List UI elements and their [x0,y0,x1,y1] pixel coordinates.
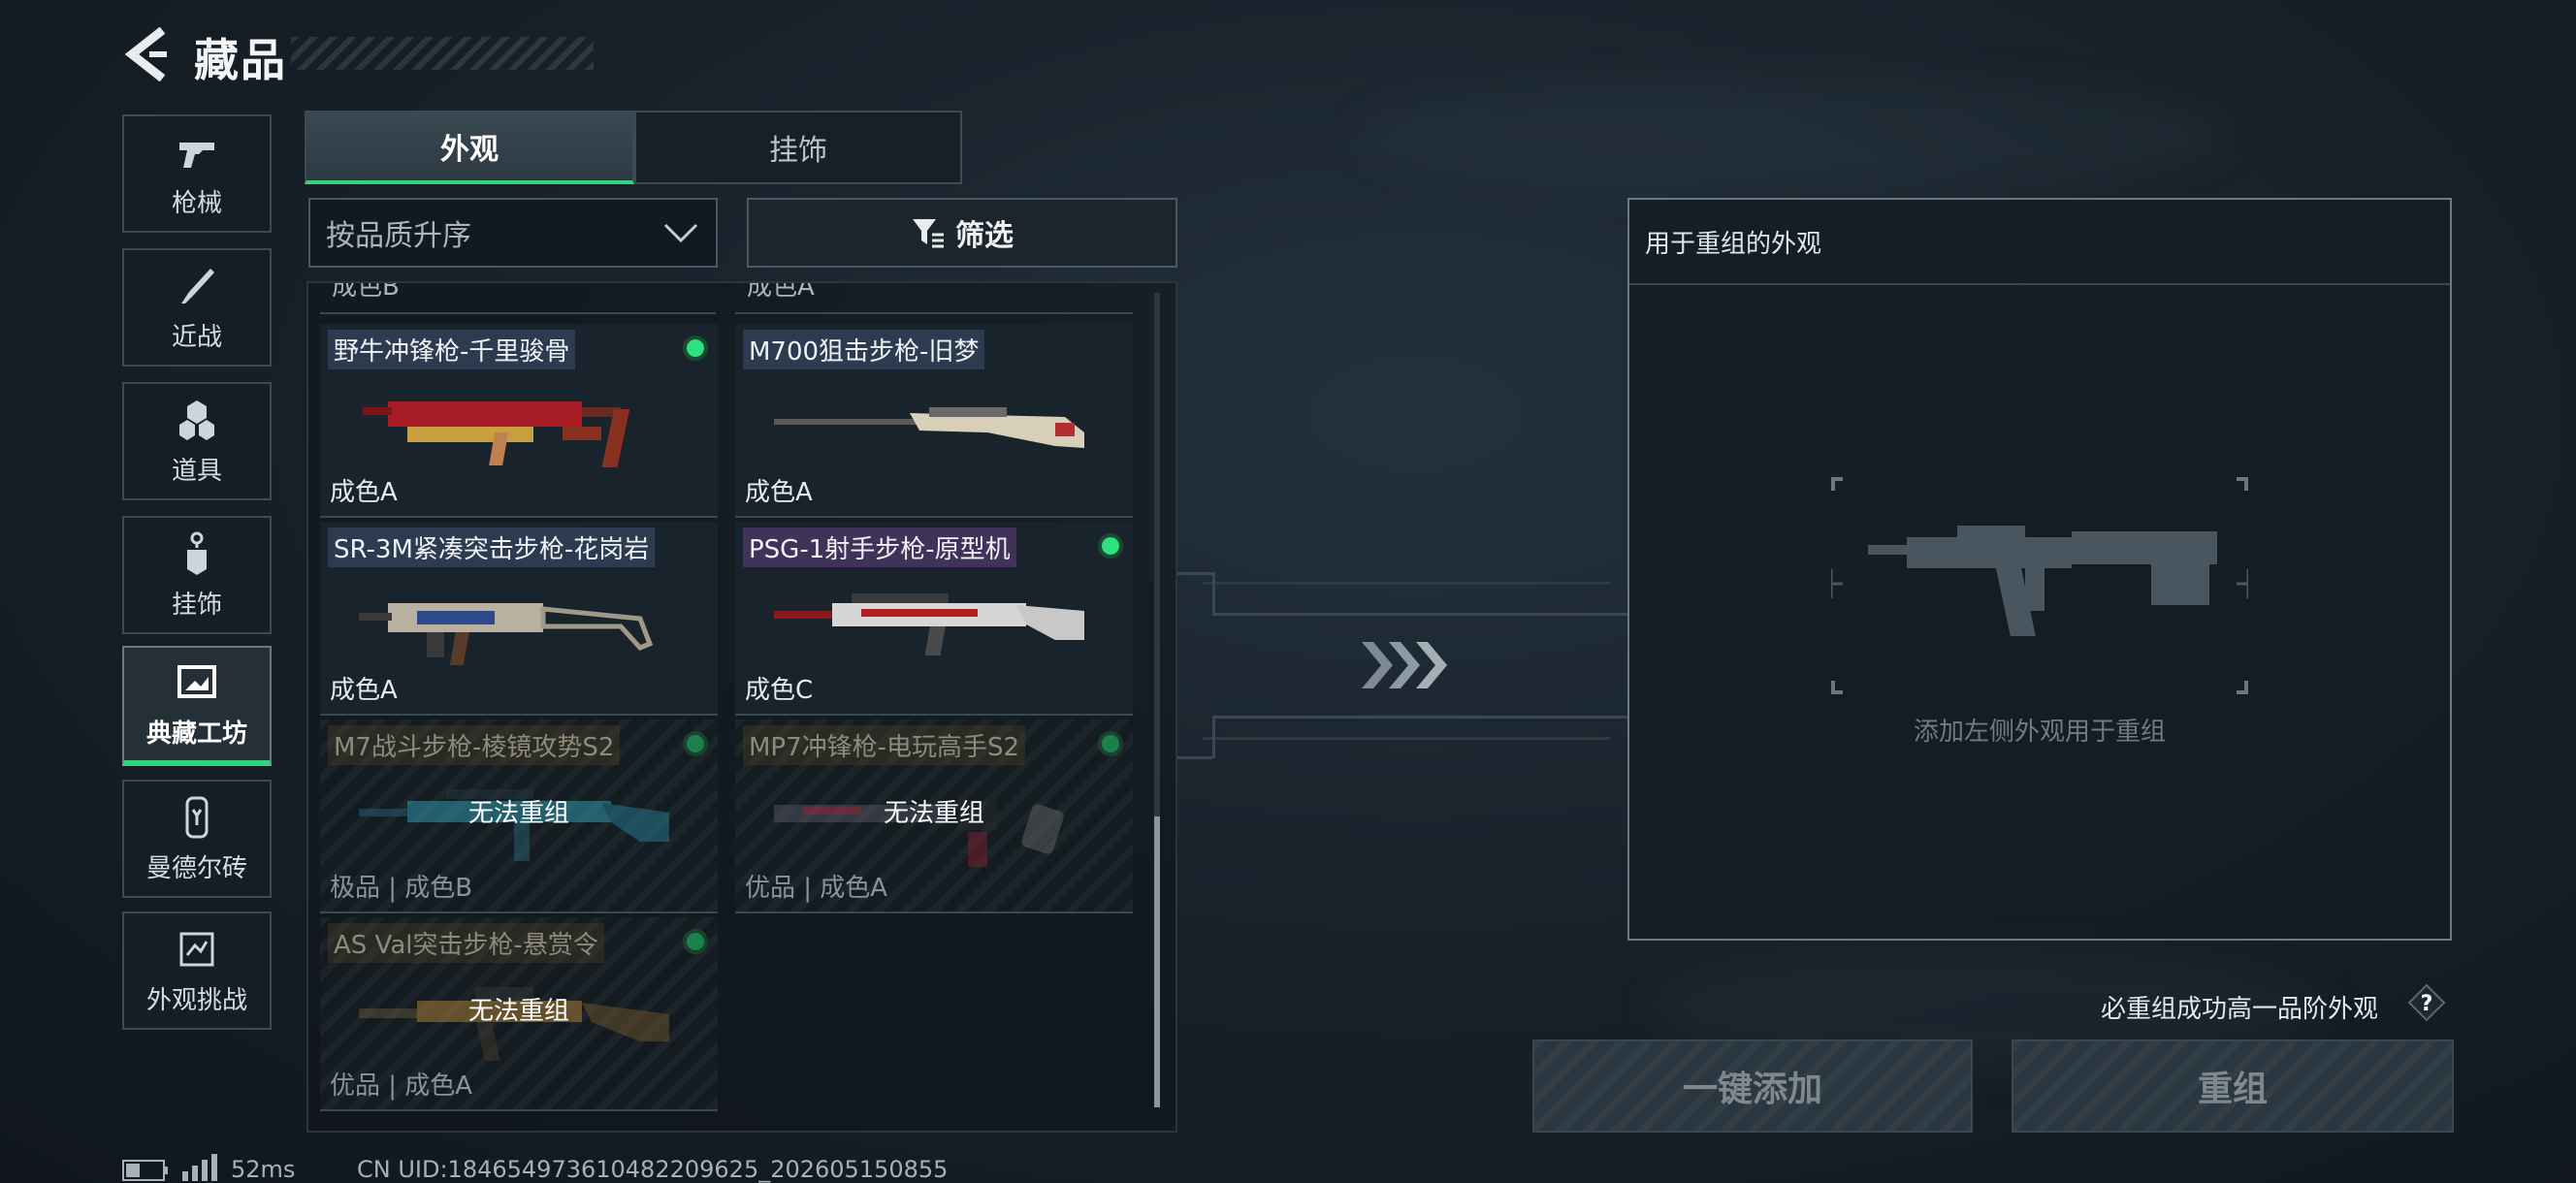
title-decoration [291,37,594,70]
page-title: 藏品 [194,34,287,86]
tab-appearance[interactable]: 外观 [305,111,634,184]
weapon-image [774,593,1084,655]
skin-list[interactable]: 成色B 成色A 野牛冲锋枪-千里骏骨 成色A M700狙击步枪-旧梦 成色A S… [306,281,1177,1133]
nav-item-charms[interactable]: 挂饰 [122,516,272,634]
skin-title: SR-3M紧凑突击步枪-花岗岩 [328,528,656,567]
cannot-reassemble-label: 无法重组 [883,799,984,828]
skin-card[interactable]: 野牛冲锋枪-千里骏骨 成色A [320,324,718,518]
skin-title: MP7冲锋枪-电玩高手S2 [743,725,1026,765]
sort-dropdown[interactable]: 按品质升序 [308,198,718,268]
filter-button[interactable]: 筛选 [747,198,1177,268]
signal-icon [182,1154,217,1181]
one-click-add-button[interactable]: 一键添加 [1532,1039,1973,1133]
cannot-reassemble-label: 无法重组 [467,997,569,1026]
nav-label: 典藏工坊 [145,719,247,749]
battery-icon [122,1160,168,1181]
skin-card[interactable]: M7战斗步枪-棱镜攻势S2 无法重组 极品 | 成色B [320,719,718,913]
skin-quality: 成色C [745,676,814,705]
skin-card[interactable]: SR-3M紧凑突击步枪-花岗岩 成色A [320,522,718,716]
skin-title: M700狙击步枪-旧梦 [743,330,985,369]
reassemble-button[interactable]: 重组 [2012,1039,2454,1133]
reassemble-hint: 添加左侧外观用于重组 [1913,718,2166,747]
nav-label: 枪械 [171,188,222,218]
skin-title: AS Val突击步枪-悬赏令 [328,923,604,963]
skin-card[interactable]: AS Val突击步枪-悬赏令 无法重组 优品 | 成色A [320,917,718,1111]
scroll-thumb[interactable] [1154,816,1160,1107]
skin-card[interactable]: M700狙击步枪-旧梦 成色A [735,324,1133,518]
skin-quality: 成色A [330,676,398,705]
challenge-icon [179,932,214,966]
nav-item-guns[interactable]: 枪械 [122,114,272,233]
mandel-brick-icon [185,796,209,838]
skin-card[interactable]: MP7冲锋枪-电玩高手S2 无法重组 优品 | 成色A [735,719,1133,913]
skin-title: 野牛冲锋枪-千里骏骨 [328,330,576,369]
owned-indicator [1098,533,1123,559]
chevron-down-icon [663,223,698,243]
ping-text: 52ms [231,1156,296,1183]
nav-item-melee[interactable]: 近战 [122,248,272,367]
owned-indicator [683,929,708,954]
owned-indicator [683,731,708,756]
nav-label: 外观挑战 [145,985,247,1015]
cutoff-quality-left: 成色B [332,283,400,302]
workshop-icon [177,664,216,698]
svg-text:?: ? [2421,992,2433,1016]
list-scrollbar[interactable] [1154,293,1160,1107]
nav-label: 曼德尔砖 [145,853,247,883]
nav-item-items[interactable]: 道具 [122,382,272,500]
user-uid: CN UID:184654973610482209625_20260515085… [357,1156,949,1183]
pistol-icon [179,142,214,168]
back-arrow-icon[interactable] [120,27,175,81]
weapon-image [774,407,1084,448]
nav-label: 近战 [171,322,222,352]
skin-quality: 极品 | 成色B [330,874,473,903]
tab-charms[interactable]: 挂饰 [634,111,962,184]
weapon-image [363,401,630,467]
nav-item-workshop[interactable]: 典藏工坊 [122,646,272,766]
filter-label: 筛选 [955,219,1014,253]
nav-label: 挂饰 [171,590,222,620]
reassemble-panel: 用于重组的外观 添加左侧外观用于重组 [1627,198,2452,941]
grenade-icon [179,400,214,440]
skin-quality: 成色A [745,478,813,507]
owned-indicator [683,336,708,361]
nav-label: 道具 [171,456,222,486]
skin-quality: 优品 | 成色A [330,1071,473,1101]
chevron-right-arrows-icon [1362,642,1447,688]
empty-slot-weapon-icon[interactable] [1831,477,2248,694]
skin-card[interactable]: PSG-1射手步枪-原型机 成色C [735,522,1133,716]
charm-icon [187,531,207,575]
skin-quality: 优品 | 成色A [745,874,888,903]
sort-value: 按品质升序 [326,219,471,253]
owned-indicator [1098,731,1123,756]
cutoff-quality-right: 成色A [747,283,815,302]
cannot-reassemble-label: 无法重组 [467,799,569,828]
skin-quality: 成色A [330,478,398,507]
skin-title: PSG-1射手步枪-原型机 [743,528,1016,567]
reassemble-panel-header: 用于重组的外观 [1629,200,2450,285]
nav-item-mandel-brick[interactable]: 曼德尔砖 [122,780,272,898]
filter-icon [913,219,944,248]
skin-title: M7战斗步枪-棱镜攻势S2 [328,725,621,765]
guarantee-text: 必重组成功高一品阶外观 [2101,995,2379,1024]
nav-item-appearance-challenge[interactable]: 外观挑战 [122,911,272,1030]
knife-icon [181,268,214,304]
weapon-image [359,603,654,665]
help-icon[interactable]: ? [2407,983,2446,1022]
